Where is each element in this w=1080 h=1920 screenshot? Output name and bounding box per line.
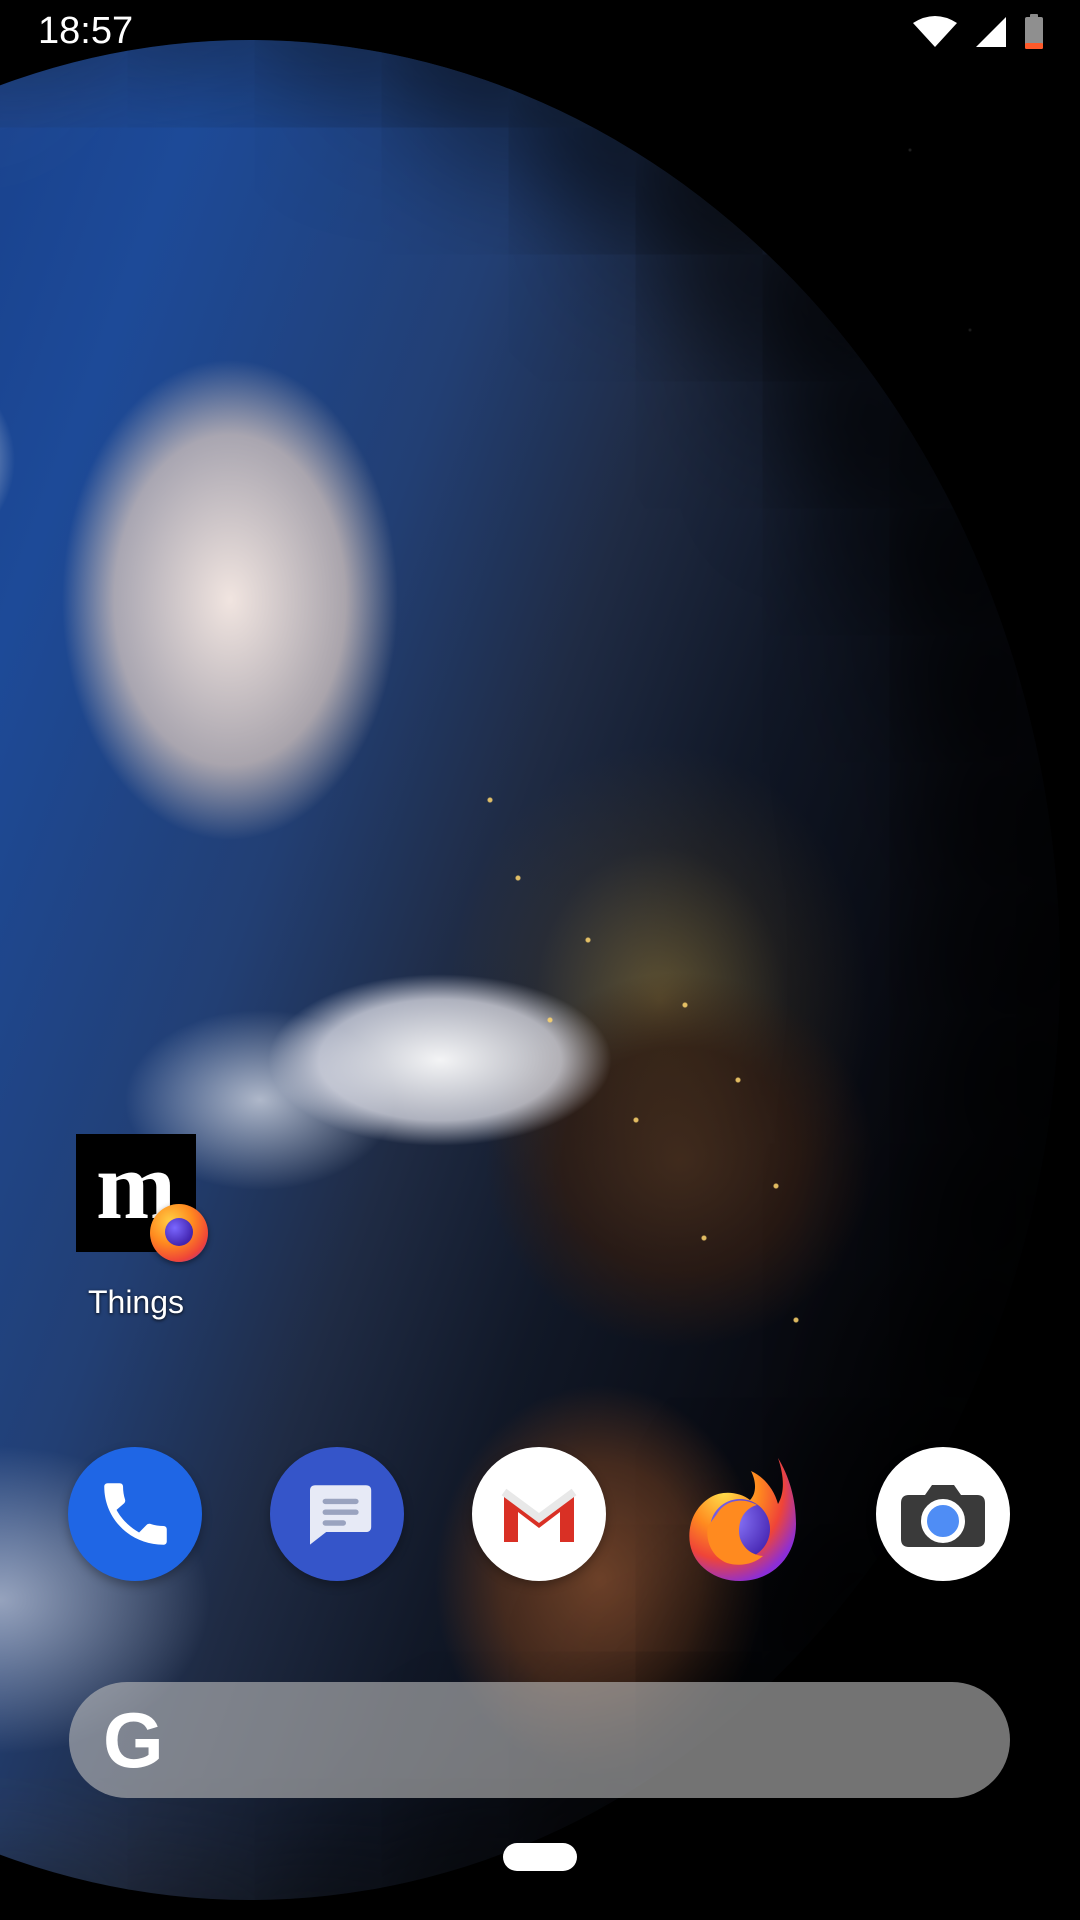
- earth-wallpaper-image: [0, 40, 1060, 1900]
- android-home-screen: 18:57 m Things G: [0, 0, 1080, 1920]
- firefox-badge-icon: [150, 1204, 208, 1262]
- gmail-glyph-icon: [501, 1488, 577, 1542]
- desktop-app-label: Things: [87, 1284, 185, 1320]
- desktop-app-things[interactable]: m Things: [76, 1134, 208, 1321]
- battery-icon: [1025, 14, 1043, 49]
- google-logo-icon: G: [103, 1696, 164, 1784]
- status-bar: 18:57: [0, 0, 1080, 64]
- firefox-glyph-icon: [689, 1458, 796, 1581]
- phone-glyph-icon: [104, 1483, 167, 1545]
- messages-icon[interactable]: [270, 1447, 404, 1581]
- camera-icon[interactable]: [876, 1447, 1010, 1581]
- messages-glyph-icon: [308, 1485, 372, 1545]
- wifi-icon: [913, 16, 957, 47]
- wallpaper: [0, 0, 1080, 1920]
- google-search-bar[interactable]: G: [69, 1681, 1010, 1799]
- dock: [68, 1447, 1012, 1581]
- search-input[interactable]: [187, 1681, 1010, 1799]
- phone-icon[interactable]: [68, 1447, 202, 1581]
- gmail-icon[interactable]: [472, 1447, 606, 1581]
- status-icons: [912, 14, 1044, 50]
- things-app-tile[interactable]: m: [76, 1134, 208, 1262]
- camera-glyph-icon: [901, 1485, 985, 1547]
- status-time: 18:57: [38, 10, 134, 52]
- firefox-icon[interactable]: [674, 1447, 808, 1581]
- navigation-home-pill[interactable]: [503, 1843, 577, 1871]
- signal-icon: [976, 17, 1006, 47]
